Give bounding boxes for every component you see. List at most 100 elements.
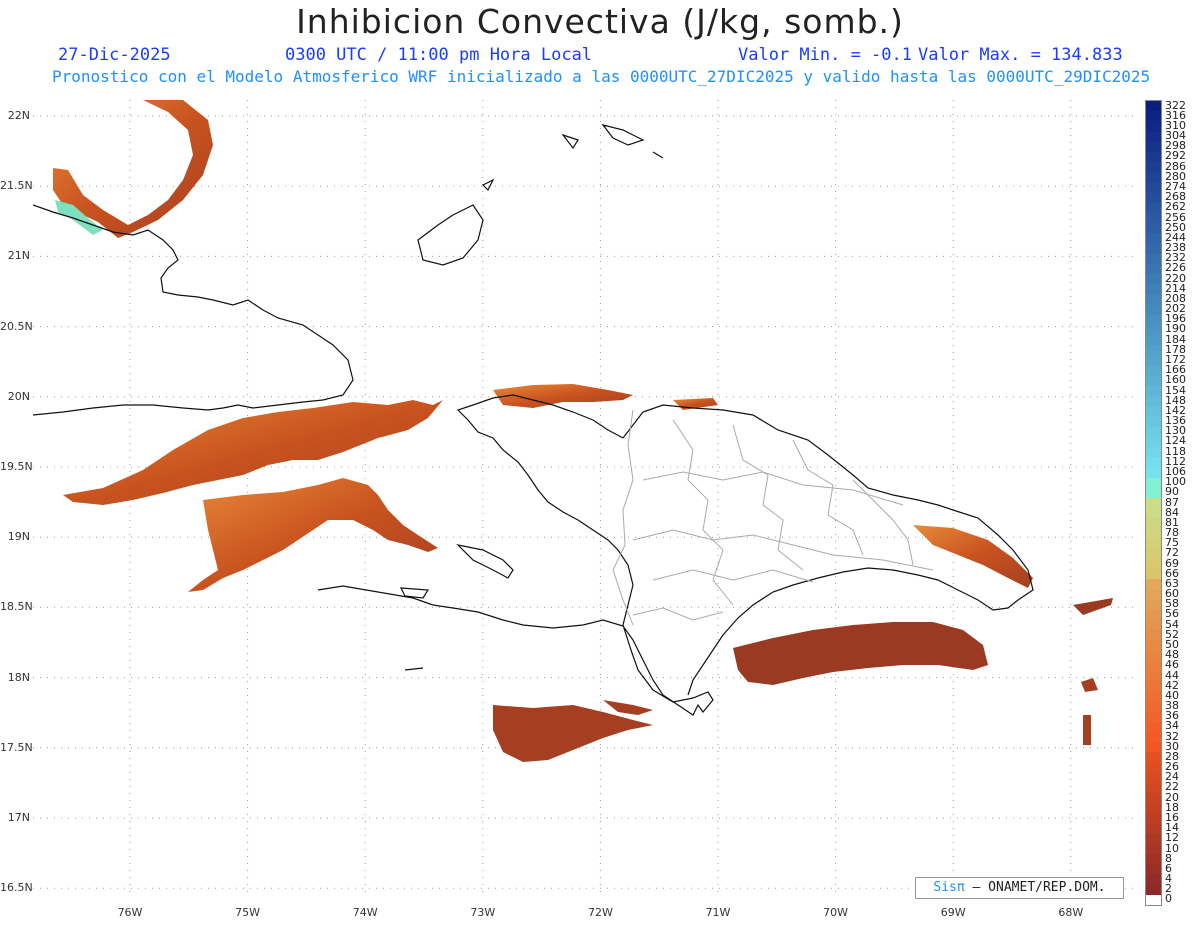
colorbar-segment (1146, 294, 1161, 306)
colorbar-segment (1146, 579, 1161, 590)
colorbar-segment (1146, 864, 1161, 875)
coast-haiti (317, 394, 714, 716)
colorbar-segment (1146, 691, 1161, 702)
colorbar-segment (1146, 772, 1161, 784)
colorbar-segment (1146, 172, 1161, 183)
colorbar-segment (1146, 640, 1161, 652)
colorbar-segment (1146, 304, 1161, 316)
colorbar-segment (1146, 416, 1161, 428)
province-borders (612, 409, 934, 626)
coast-cuba (33, 204, 354, 416)
colorbar-segment (1146, 782, 1161, 794)
lon-label: 69W (940, 906, 966, 919)
lat-label: 18N (7, 670, 30, 684)
colorbar-segment (1146, 508, 1161, 519)
forecast-time: 0300 UTC / 11:00 pm Hora Local (285, 45, 593, 65)
forecast-map (33, 100, 1138, 895)
colorbar-segment (1146, 670, 1161, 682)
colorbar-segment (1146, 182, 1161, 194)
lat-label: 17.5N (0, 740, 33, 754)
colorbar-segment (1146, 497, 1161, 509)
colorbar-segment (1146, 803, 1161, 814)
colorbar-segment (1146, 335, 1161, 346)
colorbar-segment (1146, 589, 1161, 601)
colorbar-segment (1146, 467, 1161, 479)
coast-navassa (404, 667, 424, 671)
colorbar-segment (1146, 894, 1161, 906)
colorbar-segment (1146, 426, 1161, 438)
colorbar-segment (1146, 762, 1161, 774)
colorbar-segment (1146, 141, 1161, 153)
colorbar-segment (1146, 731, 1161, 743)
min-value: Valor Min. = -0.1 (738, 45, 912, 65)
colorbar-segment (1146, 487, 1161, 499)
colorbar-segment (1146, 457, 1161, 468)
colorbar (1145, 100, 1162, 906)
map-title: Inhibicion Convectiva (J/kg, somb.) (296, 2, 904, 41)
colorbar-segment (1146, 630, 1161, 641)
cin-area-windward-north (63, 400, 443, 505)
colorbar-segment (1146, 721, 1161, 733)
colorbar-segment (1146, 324, 1161, 336)
colorbar-segment (1146, 609, 1161, 621)
colorbar-segment (1146, 101, 1161, 112)
colorbar-segment (1146, 874, 1161, 886)
colorbar-tick-label: 0 (1165, 892, 1172, 906)
lat-label: 19.5N (0, 460, 33, 473)
lon-label: 72W (587, 906, 613, 919)
colorbar-segment (1146, 385, 1161, 397)
colorbar-segment (1146, 599, 1161, 611)
lon-label: 76W (117, 906, 143, 919)
colorbar-segment (1146, 548, 1161, 560)
cin-area-haiti-north-coast (493, 384, 633, 408)
colorbar-segment (1146, 121, 1161, 133)
colorbar-segment (1146, 884, 1161, 896)
colorbar-segment (1146, 558, 1161, 570)
colorbar-segment (1146, 151, 1161, 163)
colorbar-segment (1146, 843, 1161, 855)
cin-field (53, 100, 1113, 762)
colorbar-segment (1146, 223, 1161, 234)
colorbar-segment (1146, 447, 1161, 458)
colorbar-segment (1146, 233, 1161, 244)
cin-area-mona-passage (1073, 598, 1113, 615)
colorbar-segment (1146, 742, 1161, 753)
coast-jamaica (456, 544, 514, 579)
colorbar-segment (1146, 162, 1161, 173)
coast-bahamas-3 (561, 123, 664, 159)
sispi-logo: Sisπ (933, 880, 965, 895)
colorbar-segment (1146, 620, 1161, 631)
lon-label: 73W (470, 906, 496, 919)
cin-area-beata (603, 700, 653, 715)
colorbar-segment (1146, 202, 1161, 214)
colorbar-segment (1146, 243, 1161, 255)
lat-label: 21.5N (0, 179, 33, 193)
colorbar-segment (1146, 650, 1161, 662)
colorbar-segment (1146, 192, 1161, 204)
colorbar-segment (1146, 131, 1161, 143)
lon-label: 70W (823, 906, 849, 919)
colorbar-segment (1146, 406, 1161, 417)
colorbar-segment (1146, 253, 1161, 265)
colorbar-segment (1146, 477, 1161, 489)
graticule (33, 100, 1138, 895)
colorbar-segment (1146, 813, 1161, 825)
max-value: Valor Max. = 134.833 (918, 45, 1123, 65)
coast-bahamas-1 (417, 204, 484, 266)
lon-label: 75W (235, 906, 261, 919)
cin-area-windward-south (188, 478, 438, 592)
colorbar-segment (1146, 660, 1161, 672)
colorbar-segment (1146, 681, 1161, 692)
colorbar-segment (1146, 833, 1161, 845)
lat-label: 19N (7, 530, 30, 544)
lat-label: 22N (7, 109, 30, 122)
cin-area-puerto-rico-west (1081, 678, 1098, 692)
cin-area-dr-south (733, 622, 988, 685)
colorbar-segment (1146, 396, 1161, 407)
colorbar-segment (1146, 823, 1161, 835)
lat-label: 17N (7, 811, 30, 824)
colorbar-segment (1146, 793, 1161, 804)
lat-label: 16.5N (0, 881, 33, 895)
colorbar-segment (1146, 752, 1161, 763)
colorbar-segment (1146, 345, 1161, 356)
